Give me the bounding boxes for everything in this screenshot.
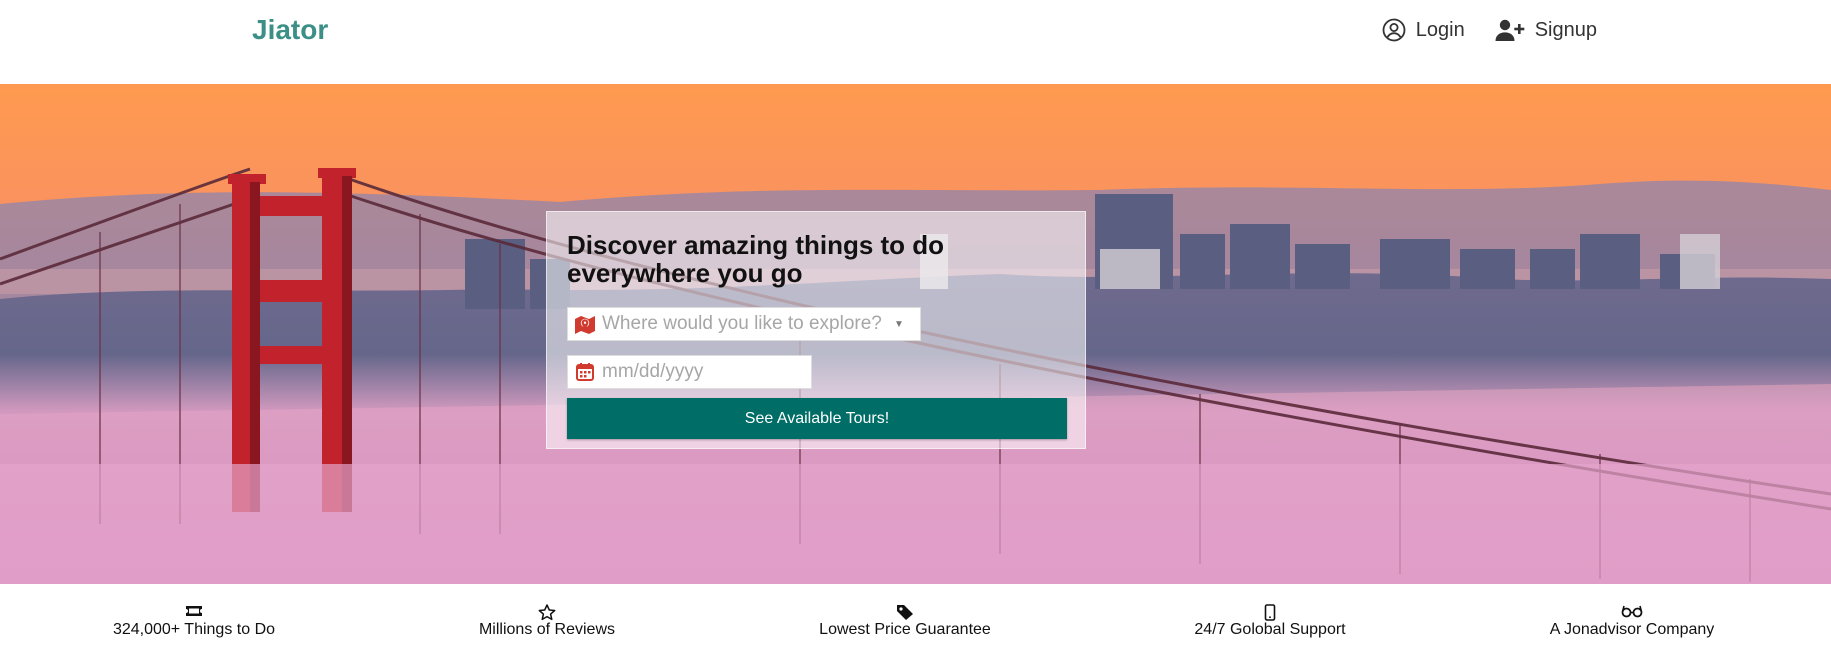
- chevron-down-icon[interactable]: ▼: [894, 319, 904, 330]
- signup-label: Signup: [1534, 18, 1597, 41]
- search-card: Discover amazing things to do everywhere…: [546, 211, 1086, 449]
- glasses-icon: [1522, 604, 1742, 620]
- phone-icon: [1170, 604, 1370, 621]
- destination-input[interactable]: [602, 309, 898, 339]
- map-marker-icon: [568, 308, 602, 340]
- feature-label: 24/7 Golobal Support: [1194, 621, 1346, 638]
- login-label: Login: [1415, 18, 1465, 41]
- calendar-icon: [568, 356, 602, 388]
- user-plus-icon: [1495, 18, 1525, 42]
- top-nav: Jiator Login Signup: [0, 0, 1831, 84]
- feature-reviews: Millions of Reviews: [447, 604, 647, 639]
- date-field[interactable]: [567, 355, 812, 389]
- feature-price-guarantee: Lowest Price Guarantee: [795, 604, 1015, 639]
- feature-label: 324,000+ Things to Do: [112, 621, 276, 638]
- feature-label: Lowest Price Guarantee: [819, 621, 991, 638]
- brand-logo[interactable]: Jiator: [252, 14, 328, 46]
- auth-nav: Login Signup: [1382, 18, 1597, 42]
- star-icon: [447, 604, 647, 621]
- ticket-icon: [94, 604, 294, 620]
- hero-title: Discover amazing things to do everywhere…: [567, 230, 945, 288]
- destination-field[interactable]: ▼: [567, 307, 921, 341]
- user-circle-icon: [1382, 18, 1406, 42]
- feature-label: Millions of Reviews: [478, 621, 616, 638]
- date-input[interactable]: [602, 357, 802, 387]
- tag-icon: [795, 604, 1015, 620]
- hero-banner: Discover amazing things to do everywhere…: [0, 84, 1831, 584]
- signup-link[interactable]: Signup: [1495, 18, 1597, 42]
- login-link[interactable]: Login: [1382, 18, 1465, 42]
- feature-label: A Jonadvisor Company: [1549, 621, 1715, 638]
- see-tours-button[interactable]: See Available Tours!: [567, 398, 1067, 439]
- features-bar: 324,000+ Things to Do Millions of Review…: [0, 584, 1831, 660]
- feature-jonadvisor: A Jonadvisor Company: [1522, 604, 1742, 639]
- feature-things-to-do: 324,000+ Things to Do: [94, 604, 294, 639]
- feature-support: 24/7 Golobal Support: [1170, 604, 1370, 639]
